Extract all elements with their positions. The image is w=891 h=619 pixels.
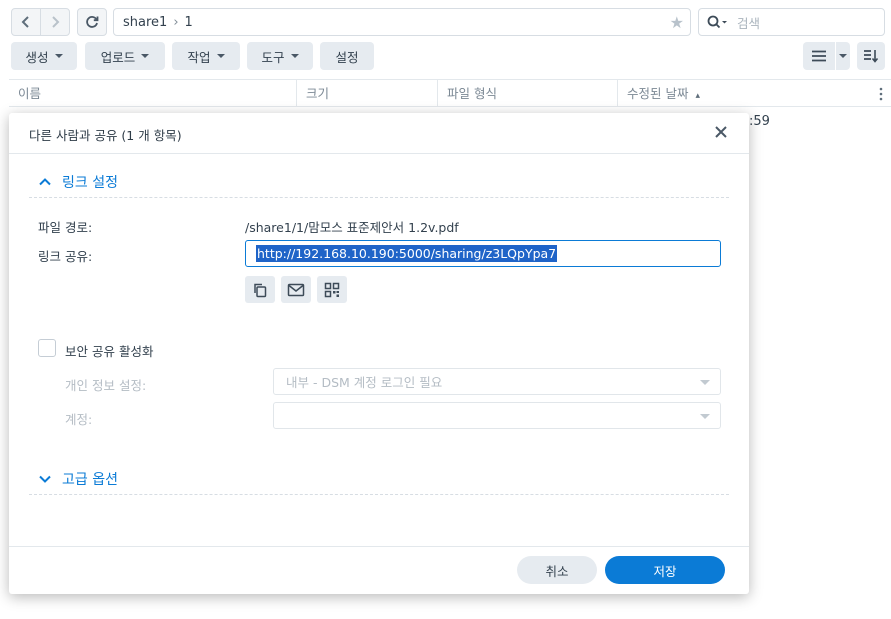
refresh-button[interactable] <box>77 8 107 36</box>
create-label: 생성 <box>25 49 49 65</box>
dropdown-caret-icon <box>700 380 710 385</box>
dropdown-caret-icon <box>700 414 710 419</box>
account-label: 계정: <box>65 412 93 427</box>
star-icon[interactable]: ★ <box>670 13 684 32</box>
caret-down-icon <box>54 54 63 58</box>
column-type[interactable]: 파일 형식 <box>438 80 618 107</box>
share-dialog: 다른 사람과 공유 (1 개 항목) 링크 설정 파일 경로: /share1/… <box>9 113 749 594</box>
file-list-header: 이름 크기 파일 형식 수정된 날짜 ▴ <box>9 79 891 107</box>
refresh-icon <box>86 16 99 28</box>
mail-icon <box>287 283 305 296</box>
secure-share-label: 보안 공유 활성화 <box>65 344 154 359</box>
more-columns-button[interactable] <box>871 80 891 107</box>
share-link-text: http://192.168.10.190:5000/sharing/z3LQp… <box>256 245 558 262</box>
list-view-icon <box>812 50 826 62</box>
search-field[interactable]: 검색 <box>698 8 885 36</box>
privacy-setting-select[interactable]: 내부 - DSM 계정 로그인 필요 <box>273 368 721 395</box>
link-settings-section[interactable]: 링크 설정 <box>29 166 729 198</box>
secure-share-checkbox[interactable] <box>38 339 56 357</box>
action-button[interactable]: 작업 <box>172 42 240 70</box>
upload-button[interactable]: 업로드 <box>85 42 165 70</box>
link-settings-title: 링크 설정 <box>62 174 118 191</box>
settings-button[interactable]: 설정 <box>320 42 374 70</box>
cancel-button[interactable]: 취소 <box>517 556 597 584</box>
privacy-setting-value: 내부 - DSM 계정 로그인 필요 <box>286 375 443 390</box>
column-size[interactable]: 크기 <box>297 80 438 107</box>
view-mode-button[interactable] <box>803 42 835 70</box>
row-modified-fragment: :59 <box>749 114 770 129</box>
close-icon <box>715 126 727 138</box>
search-icon <box>707 15 727 29</box>
create-button[interactable]: 생성 <box>11 42 77 70</box>
qr-code-button[interactable] <box>317 276 347 303</box>
advanced-options-title: 고급 옵션 <box>62 471 118 488</box>
privacy-setting-label: 개인 정보 설정: <box>65 378 147 393</box>
sort-button[interactable] <box>857 42 885 70</box>
path-bar[interactable]: share1 › 1 ★ <box>113 8 691 36</box>
sort-icon <box>864 50 879 63</box>
tools-label: 도구 <box>261 49 285 65</box>
search-placeholder: 검색 <box>737 15 761 31</box>
chevron-left-icon <box>21 16 29 28</box>
dialog-divider <box>9 153 749 154</box>
chevron-up-icon <box>39 177 51 185</box>
file-path-label: 파일 경로: <box>38 220 93 235</box>
copy-link-button[interactable] <box>245 276 275 303</box>
forward-button[interactable] <box>40 8 70 36</box>
view-mode-dropdown[interactable] <box>836 42 850 70</box>
caret-down-icon <box>290 54 299 58</box>
more-icon <box>879 87 883 100</box>
column-modified-label: 수정된 날짜 <box>627 86 689 101</box>
upload-label: 업로드 <box>100 49 136 65</box>
close-button[interactable] <box>713 124 729 140</box>
caret-down-icon <box>141 54 150 58</box>
caret-down-icon <box>839 54 847 58</box>
sort-asc-icon: ▴ <box>695 91 700 101</box>
chevron-down-icon <box>39 475 51 483</box>
dialog-title: 다른 사람과 공유 (1 개 항목) <box>29 128 182 143</box>
column-modified[interactable]: 수정된 날짜 ▴ <box>618 80 871 107</box>
file-path-value: /share1/1/맘모스 표준제안서 1.2v.pdf <box>245 220 459 235</box>
dialog-footer-divider <box>9 546 749 547</box>
path-root[interactable]: share1 <box>123 15 167 30</box>
file-station-window: share1 › 1 ★ 검색 생성 업로드 작업 도구 설정 이름 크기 파일… <box>0 0 891 619</box>
share-link-input[interactable]: http://192.168.10.190:5000/sharing/z3LQp… <box>245 240 721 267</box>
qr-code-icon <box>324 282 340 297</box>
advanced-options-section[interactable]: 고급 옵션 <box>29 463 729 495</box>
account-select[interactable] <box>273 402 721 429</box>
chevron-right-icon <box>52 16 60 28</box>
link-share-label: 링크 공유: <box>38 249 93 264</box>
save-button[interactable]: 저장 <box>605 556 725 584</box>
settings-label: 설정 <box>335 49 359 65</box>
path-folder[interactable]: 1 <box>185 15 193 30</box>
copy-icon <box>254 283 267 297</box>
caret-down-icon <box>216 54 225 58</box>
column-name[interactable]: 이름 <box>9 80 297 107</box>
email-link-button[interactable] <box>281 276 311 303</box>
path-separator: › <box>173 14 179 30</box>
back-button[interactable] <box>11 8 41 36</box>
tools-button[interactable]: 도구 <box>247 42 313 70</box>
action-label: 작업 <box>187 49 211 65</box>
